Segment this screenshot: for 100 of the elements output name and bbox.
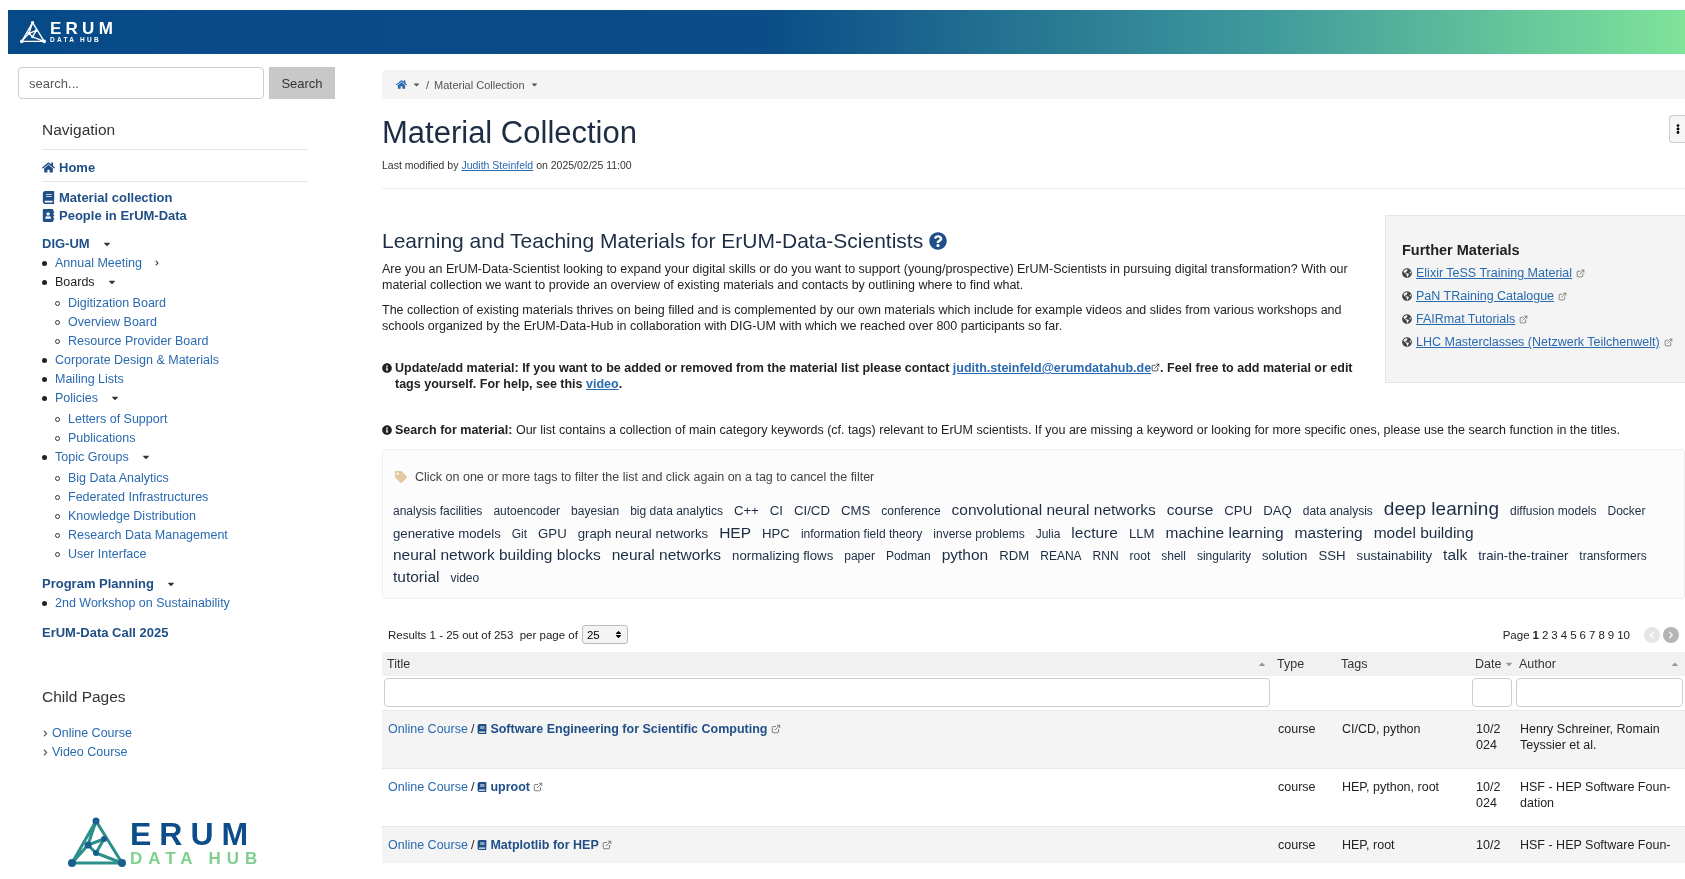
tag-link[interactable]: talk [1443,546,1468,564]
tag-link[interactable]: bayesian [571,504,620,518]
logo[interactable]: ERUM DATA HUB [68,817,338,867]
column-header[interactable]: Type [1272,652,1336,676]
external-link[interactable]: FAIRmat Tutorials [1416,312,1516,326]
nav-link[interactable]: Digitization Board [68,294,166,312]
tag-link[interactable]: LLM [1128,526,1155,541]
nav-link[interactable]: Overview Board [68,313,157,331]
tag-link[interactable]: neural networks [611,546,722,564]
tag-link[interactable]: CMS [840,503,871,518]
tag-link[interactable]: HPC [762,526,790,541]
tag-link[interactable]: video [450,571,480,585]
nav-section-link[interactable]: DIG-UM [42,236,112,251]
column-header[interactable]: Date [1470,652,1514,676]
column-header[interactable]: Author [1514,652,1685,676]
chevron-right-icon[interactable] [153,260,160,266]
tag-link[interactable]: paper [844,549,875,563]
external-link[interactable]: Elixir TeSS Training Material [1416,266,1573,280]
tag-link[interactable]: course [1166,501,1214,519]
nav-link[interactable]: Knowledge Distribution [68,507,196,525]
nav-link[interactable]: Letters of Support [68,410,168,428]
tag-link[interactable]: mastering [1294,524,1363,542]
tag-link[interactable]: Git [511,527,528,541]
nav-link[interactable]: Home [42,160,96,175]
tag-link[interactable]: graph neural networks [577,526,709,541]
tag-link[interactable]: shell [1161,549,1186,563]
tag-link[interactable]: big data analytics [630,504,723,518]
tag-link[interactable]: C++ [733,503,759,518]
page-link[interactable]: 1 [1532,628,1539,641]
nav-link[interactable]: 2nd Workshop on Sustainability [55,594,230,612]
tag-link[interactable]: GPU [538,526,567,541]
nav-link[interactable]: Big Data Analytics [68,469,169,487]
tag-link[interactable]: python [941,546,989,564]
tag-link[interactable]: convolutional neural networks [951,501,1156,519]
category-link[interactable]: Online Course [388,779,468,795]
tag-link[interactable]: lecture [1071,524,1118,542]
category-link[interactable]: Online Course [388,721,468,737]
page-link[interactable]: 2 [1541,628,1549,641]
caret-down-icon[interactable] [412,80,421,89]
caret-down-icon[interactable] [529,80,539,89]
tag-link[interactable]: analysis facilities [393,504,483,518]
tag-link[interactable]: Julia [1035,527,1061,541]
tag-link[interactable]: data analysis [1302,504,1373,518]
external-link[interactable]: LHC Masterclasses (Netzwerk Teilchenwelt) [1416,335,1660,349]
tag-link[interactable]: tutorial [393,568,440,586]
nav-link[interactable]: Mailing Lists [55,370,124,388]
tag-link[interactable]: deep learning [1383,498,1499,520]
page-link[interactable]: 4 [1560,628,1568,641]
search-field[interactable]: search... [18,67,264,99]
tag-link[interactable]: diffusion models [1509,504,1597,518]
video-link[interactable]: video [586,377,619,391]
page-link[interactable]: 8 [1598,628,1605,641]
column-header[interactable]: Title [382,652,1272,676]
nav-link[interactable]: Research Data Management [68,526,228,544]
nav-link[interactable]: Policies [55,389,121,407]
page-link[interactable]: 3 [1551,628,1558,641]
tag-link[interactable]: root [1129,549,1151,563]
tag-link[interactable]: RNN [1092,549,1119,563]
nav-link[interactable]: Corporate Design & Materials [55,351,219,369]
nav-link[interactable]: Annual Meeting [55,254,160,272]
help-icon[interactable] [929,232,948,250]
tag-link[interactable]: solution [1262,548,1308,563]
tag-link[interactable]: CPU [1224,503,1253,518]
material-title-link[interactable]: uproot [490,779,530,795]
tag-link[interactable]: Podman [885,549,931,563]
search-button[interactable]: Search [269,67,335,99]
email-link[interactable]: judith.steinfeld@erumdatahub.de [952,361,1152,375]
page-link[interactable]: 7 [1589,628,1596,641]
page-link[interactable]: 9 [1607,628,1615,641]
tag-link[interactable]: machine learning [1165,524,1284,542]
tag-link[interactable]: RDM [999,548,1030,563]
column-header[interactable]: Tags [1336,652,1470,676]
tag-link[interactable]: inverse problems [933,527,1025,541]
tag-link[interactable]: conference [881,504,941,518]
nav-section-link[interactable]: ErUM-Data Call 2025 [42,625,169,640]
child-page-link[interactable]: Video Course [42,745,128,759]
nav-group-label[interactable]: Boards [55,273,117,291]
nav-link[interactable]: Topic Groups [55,448,151,466]
page-link[interactable]: 5 [1570,628,1577,641]
material-title-link[interactable]: Matplotlib for HEP [490,837,599,853]
page-link[interactable]: 10 [1617,628,1630,641]
nav-link[interactable]: Publications [68,429,136,447]
external-link[interactable]: PaN TRaining Catalogue [1416,289,1555,303]
nav-link[interactable]: Resource Provider Board [68,332,209,350]
tag-link[interactable]: generative models [393,526,501,541]
tag-link[interactable]: Docker [1607,504,1646,518]
category-link[interactable]: Online Course [388,837,468,853]
nav-link[interactable]: User Interface [68,545,147,563]
nav-link[interactable]: Material collection [42,190,173,205]
tag-link[interactable]: REANA [1040,549,1082,563]
page-menu-button[interactable] [1669,115,1685,143]
nav-link[interactable]: Federated Infrastructures [68,488,209,506]
tag-link[interactable]: normalizing flows [732,548,834,563]
tag-link[interactable]: neural network building blocks [393,546,601,564]
tag-link[interactable]: singularity [1196,549,1251,563]
nav-section-link[interactable]: Program Planning [42,576,176,591]
tag-link[interactable]: train-the-trainer [1478,548,1569,563]
per-page-select[interactable]: 25 [581,625,628,644]
column-filter-field[interactable] [1472,678,1512,707]
tag-link[interactable]: HEP [719,524,752,542]
